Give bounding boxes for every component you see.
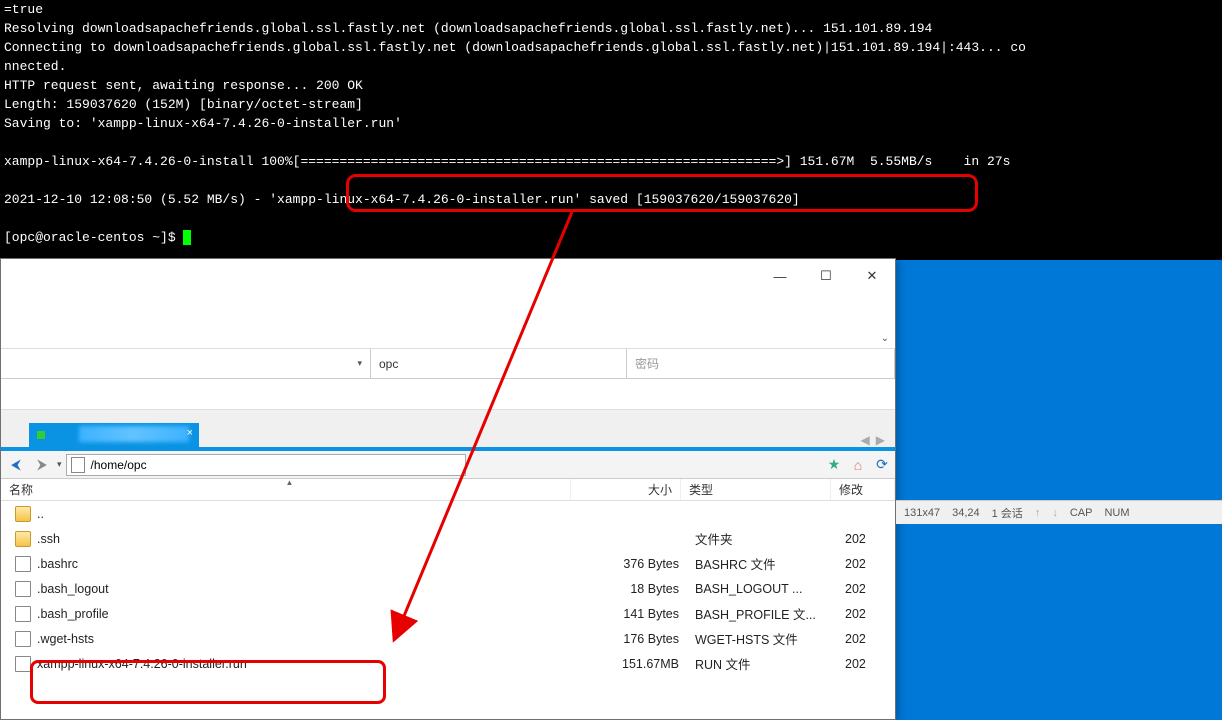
file-icon [15,606,31,622]
file-list-header[interactable]: ▲ 名称 大小 类型 修改 [1,479,895,501]
file-size: 376 Bytes [577,557,687,571]
file-row[interactable]: .wget-hsts 176 Bytes WGET-HSTS 文件 202 [1,626,895,651]
folder-icon [15,531,31,547]
address-text: /home/opc [91,458,147,472]
password-field[interactable]: 密码 [627,349,895,378]
refresh-icon[interactable]: ⟳ [873,456,891,474]
up-arrow-icon: ↑ [1035,507,1041,519]
file-icon [15,656,31,672]
file-name: .. [37,507,577,521]
column-type[interactable]: 类型 [681,479,831,500]
chevron-icon[interactable]: ⌄ [881,333,889,344]
file-icon [15,631,31,647]
file-name: .bash_logout [37,582,577,596]
connection-fields: ▾ opc 密码 [1,349,895,379]
tab-scroll-right-icon[interactable]: ▶ [876,433,885,447]
file-row[interactable]: .bash_logout 18 Bytes BASH_LOGOUT ... 20… [1,576,895,601]
tab-scroll-left-icon[interactable]: ◀ [861,433,870,447]
file-name: .bash_profile [37,607,577,621]
status-position: 34,24 [952,507,980,519]
minimize-button[interactable]: — [757,261,803,291]
down-arrow-icon: ↓ [1052,507,1058,519]
file-icon [15,581,31,597]
file-modified: 202 [837,582,895,596]
status-cap: CAP [1070,507,1093,519]
username-field[interactable]: opc [371,349,627,378]
file-type: 文件夹 [687,529,837,548]
file-row[interactable]: .bashrc 376 Bytes BASHRC 文件 202 [1,551,895,576]
file-type: BASH_LOGOUT ... [687,582,837,596]
titlebar[interactable]: — ☐ ✕ [1,259,895,293]
file-browser-window: — ☐ ✕ ⌄ ▾ opc 密码 × ◀ ▶ ⮜ ⮞ ▾ /home/opc ★ [0,258,896,720]
close-button[interactable]: ✕ [849,261,895,291]
maximize-button[interactable]: ☐ [803,261,849,291]
file-modified: 202 [837,557,895,571]
file-type: RUN 文件 [687,654,837,673]
file-list[interactable]: .. .ssh 文件夹 202 .bashrc 376 Bytes BASHRC… [1,501,895,676]
file-row[interactable]: .bash_profile 141 Bytes BASH_PROFILE 文..… [1,601,895,626]
file-name: .wget-hsts [37,632,577,646]
file-size: 141 Bytes [577,607,687,621]
status-sessions: 1 会话 [992,505,1023,521]
column-name[interactable]: ▲ 名称 [1,479,571,500]
file-modified: 202 [837,532,895,546]
tab-bar: × ◀ ▶ [1,409,895,447]
file-name: .ssh [37,532,577,546]
file-type: BASHRC 文件 [687,554,837,573]
tab-label-blurred [79,426,189,442]
file-size: 176 Bytes [577,632,687,646]
file-type: BASH_PROFILE 文... [687,604,837,623]
page-icon [71,457,85,473]
file-modified: 202 [837,607,895,621]
file-row[interactable]: .. [1,501,895,526]
tab-close-icon[interactable]: × [187,427,193,439]
file-name: xampp-linux-x64-7.4.26-0-installer.run [37,657,577,671]
folder-icon [15,506,31,522]
file-modified: 202 [837,632,895,646]
status-bar: 131x47 34,24 1 会话 ↑ ↓ CAP NUM [896,500,1222,524]
bookmark-icon[interactable]: ★ [825,456,843,474]
file-row[interactable]: .ssh 文件夹 202 [1,526,895,551]
file-size: 18 Bytes [577,582,687,596]
status-dimensions: 131x47 [904,507,940,519]
file-name: .bashrc [37,557,577,571]
toolbar-area: ⌄ [1,293,895,349]
file-size: 151.67MB [577,657,687,671]
nav-forward-button[interactable]: ⮞ [31,454,53,476]
host-field[interactable]: ▾ [1,349,371,378]
status-num: NUM [1104,507,1129,519]
file-modified: 202 [837,657,895,671]
address-bar[interactable]: /home/opc [66,454,466,476]
file-type: WGET-HSTS 文件 [687,629,837,648]
home-icon[interactable]: ⌂ [849,456,867,474]
column-size[interactable]: 大小 [571,479,681,500]
status-dot-icon [37,431,45,439]
terminal[interactable]: =true Resolving downloadsapachefriends.g… [0,0,1222,260]
nav-history-dropdown-icon[interactable]: ▾ [57,459,62,470]
file-icon [15,556,31,572]
nav-back-button[interactable]: ⮜ [5,454,27,476]
column-modified[interactable]: 修改 [831,479,895,500]
sort-asc-icon: ▲ [286,478,294,487]
nav-toolbar: ⮜ ⮞ ▾ /home/opc ★ ⌂ ⟳ [1,451,895,479]
file-row[interactable]: xampp-linux-x64-7.4.26-0-installer.run 1… [1,651,895,676]
connection-tab[interactable]: × [29,423,199,447]
